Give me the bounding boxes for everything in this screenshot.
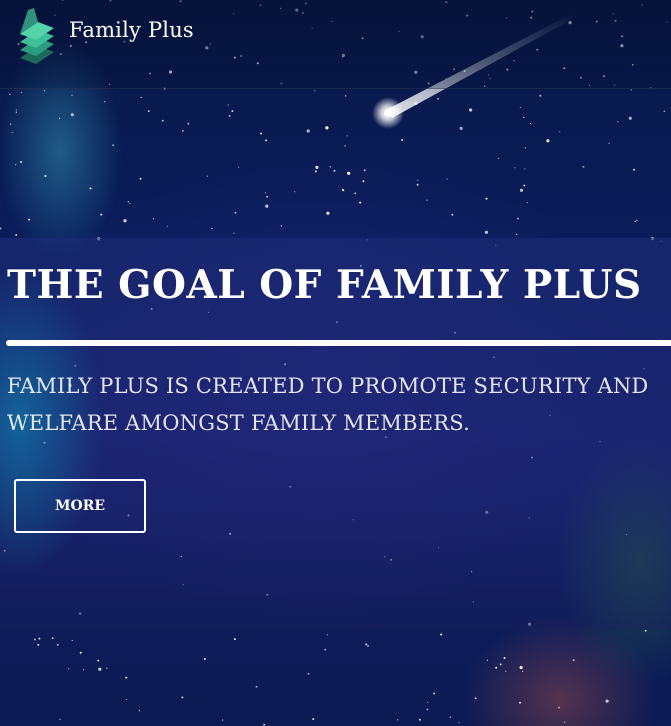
- site-header: Family Plus: [0, 0, 671, 89]
- page: Family Plus THE GOAL OF FAMILY PLUS FAMI…: [0, 0, 671, 726]
- layered-book-logo-icon[interactable]: [14, 8, 62, 64]
- hero-subtitle: FAMILY PLUS IS CREATED TO PROMOTE SECURI…: [7, 374, 649, 435]
- hero-divider: [6, 340, 671, 346]
- brand-name[interactable]: Family Plus: [69, 18, 194, 42]
- more-button[interactable]: MORE: [14, 479, 146, 533]
- hero-title: THE GOAL OF FAMILY PLUS: [7, 262, 642, 308]
